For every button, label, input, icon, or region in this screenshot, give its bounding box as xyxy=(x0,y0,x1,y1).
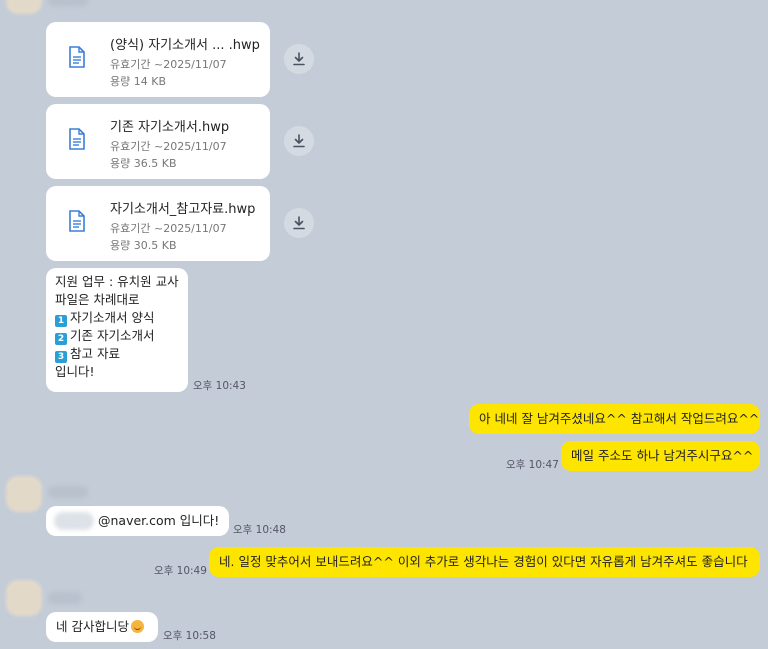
message-bubble[interactable]: 메일 주소도 하나 남겨주시구요^^ xyxy=(561,441,760,471)
message-bubble[interactable]: @naver.com 입니다! xyxy=(46,506,229,536)
message-text: @naver.com 입니다! xyxy=(98,513,220,528)
keycap-number-icon: 2 xyxy=(55,333,67,345)
file-expiry: 유효기간 ~2025/11/07 xyxy=(110,140,227,153)
smiling-face-emoji-icon xyxy=(130,620,144,633)
avatar[interactable] xyxy=(6,0,42,14)
message-time: 오후 10:47 xyxy=(506,459,559,471)
message-line: 파일은 차례대로 xyxy=(55,292,140,307)
list-item: 2 기존 자기소개서 xyxy=(55,327,179,345)
email-id-blurred xyxy=(54,512,94,530)
sender-name-blurred xyxy=(48,0,88,6)
file-expiry: 유효기간 ~2025/11/07 xyxy=(110,222,227,235)
keycap-number-icon: 3 xyxy=(55,351,67,363)
message-time: 오후 10:58 xyxy=(163,630,216,642)
message-time: 오후 10:43 xyxy=(193,380,246,392)
download-icon xyxy=(293,52,305,66)
message-bubble[interactable]: 지원 업무 : 유치원 교사 파일은 차례대로 1 자기소개서 양식 2 기존 자기… xyxy=(46,268,188,392)
download-button[interactable] xyxy=(284,44,314,74)
message-text: 메일 주소도 하나 남겨주시구요^^ xyxy=(571,448,754,463)
message-time: 오후 10:48 xyxy=(233,524,286,536)
file-name: 자기소개서_참고자료.hwp xyxy=(110,202,256,217)
list-item: 1 자기소개서 양식 xyxy=(55,309,179,327)
download-icon xyxy=(293,216,305,230)
file-card[interactable]: 기존 자기소개서.hwp 유효기간 ~2025/11/07 용량 36.5 KB xyxy=(46,104,270,179)
sender-name-blurred xyxy=(48,592,82,604)
file-card[interactable]: (양식) 자기소개서 ... .hwp 유효기간 ~2025/11/07 용량 … xyxy=(46,22,270,97)
avatar[interactable] xyxy=(6,580,42,616)
file-size: 용량 36.5 KB xyxy=(110,157,177,170)
message-time: 오후 10:49 xyxy=(154,565,207,577)
file-card[interactable]: 자기소개서_참고자료.hwp 유효기간 ~2025/11/07 용량 30.5 … xyxy=(46,186,270,261)
download-icon xyxy=(293,134,305,148)
message-text: 네 감사합니당 xyxy=(56,619,129,634)
message-line: 지원 업무 : 유치원 교사 xyxy=(55,274,179,289)
message-bubble[interactable]: 아 네네 잘 남겨주셨네요^^ 참고해서 작업드려요^^ xyxy=(469,404,760,434)
file-size: 용량 14 KB xyxy=(110,75,166,88)
file-size: 용량 30.5 KB xyxy=(110,239,177,252)
message-bubble[interactable]: 네 감사합니당 xyxy=(46,612,158,642)
message-line: 입니다! xyxy=(55,364,95,379)
document-icon xyxy=(69,46,85,68)
keycap-number-icon: 1 xyxy=(55,315,67,327)
file-name: 기존 자기소개서.hwp xyxy=(110,120,230,135)
download-button[interactable] xyxy=(284,126,314,156)
sender-name-blurred xyxy=(48,486,88,498)
message-text: 네. 일정 맞추어서 보내드려요^^ 이외 추가로 생각나는 경험이 있다면 자… xyxy=(219,554,748,569)
document-icon xyxy=(69,210,85,232)
file-name: (양식) 자기소개서 ... .hwp xyxy=(110,38,260,53)
file-expiry: 유효기간 ~2025/11/07 xyxy=(110,58,227,71)
list-item: 3 참고 자료 xyxy=(55,345,179,363)
download-button[interactable] xyxy=(284,208,314,238)
message-text: 아 네네 잘 남겨주셨네요^^ 참고해서 작업드려요^^ xyxy=(479,411,760,426)
message-bubble[interactable]: 네. 일정 맞추어서 보내드려요^^ 이외 추가로 생각나는 경험이 있다면 자… xyxy=(209,547,760,577)
avatar[interactable] xyxy=(6,476,42,512)
document-icon xyxy=(69,128,85,150)
